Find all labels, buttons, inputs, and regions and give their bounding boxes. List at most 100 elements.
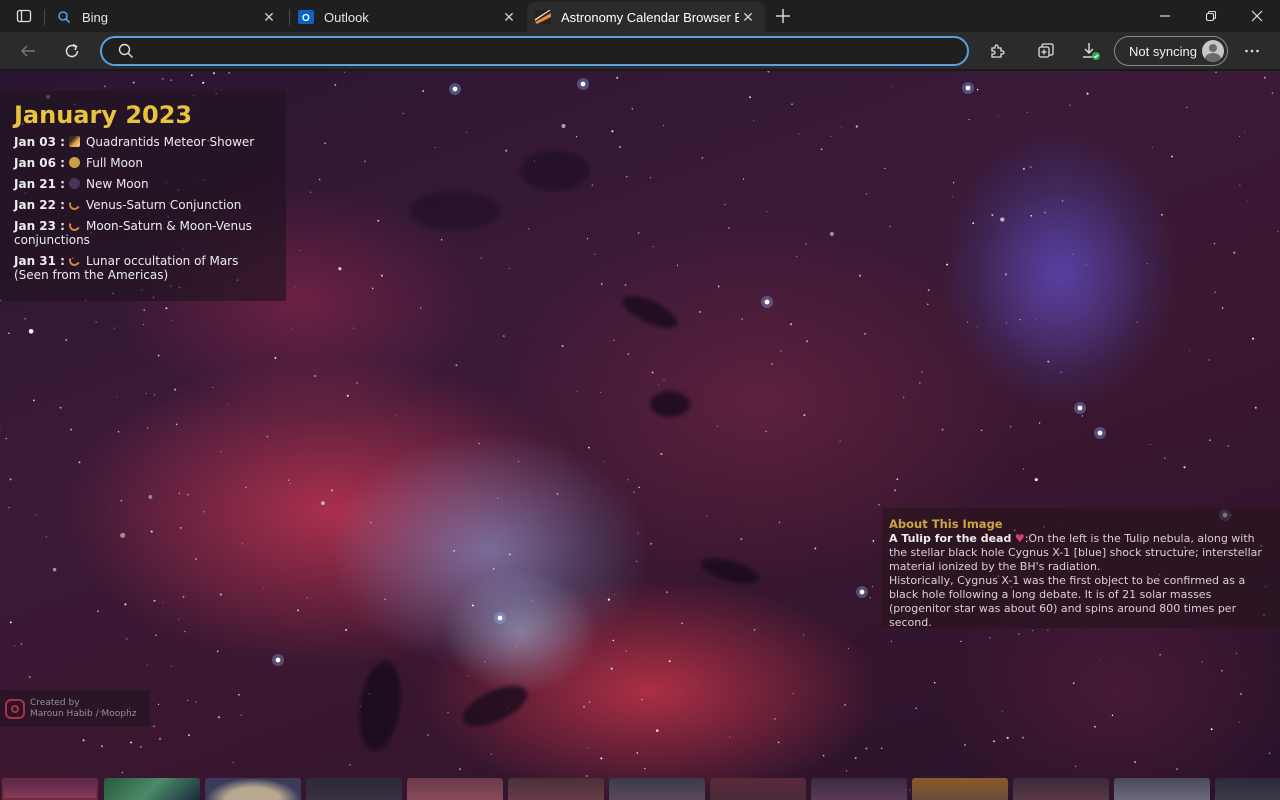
star (124, 603, 127, 606)
star (170, 79, 173, 82)
thumbnail-image[interactable] (2, 778, 98, 800)
star (976, 88, 979, 91)
star (869, 596, 871, 599)
star (753, 120, 755, 122)
new-tab-button[interactable] (770, 4, 796, 28)
star (611, 130, 614, 133)
thumbnail-image[interactable] (1013, 778, 1109, 800)
star (1221, 307, 1224, 309)
star (187, 700, 189, 702)
downloads-button[interactable] (1075, 36, 1107, 66)
star (790, 323, 793, 326)
star (158, 703, 160, 705)
star (78, 461, 81, 464)
star (178, 618, 180, 620)
refresh-button[interactable] (56, 36, 88, 66)
star (216, 650, 219, 653)
star (345, 628, 348, 631)
star (1069, 104, 1071, 106)
star (829, 231, 834, 236)
close-tab-icon[interactable]: ✕ (260, 8, 278, 26)
bright-star (275, 657, 281, 663)
thumbnail-image[interactable] (104, 778, 200, 800)
star (294, 286, 296, 288)
star (9, 478, 12, 481)
tab-bing[interactable]: Bing ✕ (48, 2, 286, 32)
star (100, 745, 103, 748)
star (980, 429, 983, 432)
star (296, 609, 300, 612)
calendar-event: Jan 22 : Venus-Saturn Conjunction (14, 197, 272, 212)
star (1085, 264, 1087, 266)
thumbnail-image[interactable] (710, 778, 806, 800)
star (1221, 669, 1223, 672)
address-bar[interactable] (100, 36, 969, 66)
minimize-button[interactable] (1142, 0, 1188, 32)
star (798, 133, 800, 135)
star (1022, 468, 1024, 470)
settings-menu-button[interactable] (1236, 36, 1268, 66)
star (1062, 200, 1064, 202)
thumbnail-image[interactable] (912, 778, 1008, 800)
star (972, 222, 975, 225)
star (774, 718, 776, 720)
star (997, 115, 999, 117)
star (178, 492, 181, 494)
star (896, 478, 899, 481)
star (505, 149, 508, 152)
star (594, 253, 596, 255)
thumbnail-image[interactable] (811, 778, 907, 800)
bright-star (580, 81, 586, 87)
sync-status-button[interactable]: Not syncing (1114, 36, 1228, 66)
star (352, 327, 354, 329)
star (927, 289, 930, 292)
thumbnail-image[interactable] (609, 778, 705, 800)
collections-button[interactable] (1030, 36, 1062, 66)
close-tab-icon[interactable]: ✕ (500, 8, 518, 26)
calendar-event: Jan 03 : Quadrantids Meteor Shower (14, 135, 272, 149)
star (377, 219, 380, 222)
tab-astronomy-calendar[interactable]: Astronomy Calendar Browser Ext ✕ (527, 2, 765, 32)
extensions-button[interactable] (981, 36, 1013, 66)
star (170, 665, 172, 667)
star (638, 486, 640, 489)
star (120, 500, 123, 502)
star (148, 495, 153, 499)
star (1268, 752, 1271, 755)
star (765, 430, 767, 433)
star (153, 599, 156, 602)
star (1159, 654, 1161, 656)
star (989, 637, 991, 639)
thumbnail-image[interactable] (407, 778, 503, 800)
star (1030, 166, 1032, 168)
star (266, 435, 269, 438)
dust-lane (650, 391, 690, 417)
star (1215, 71, 1217, 73)
meteor-icon (68, 136, 80, 147)
star (5, 438, 7, 440)
thumbnail-image[interactable] (508, 778, 604, 800)
star (1074, 765, 1077, 768)
thumbnail-image[interactable] (1114, 778, 1210, 800)
star (612, 639, 615, 642)
tab-outlook[interactable]: O Outlook ✕ (290, 2, 526, 32)
star (1146, 263, 1148, 265)
star (1208, 359, 1211, 361)
close-tab-icon[interactable]: ✕ (739, 8, 757, 26)
star (422, 90, 425, 93)
star (384, 598, 387, 601)
back-button[interactable] (12, 36, 44, 66)
star (1160, 213, 1163, 216)
tab-actions-button[interactable] (8, 4, 40, 28)
thumbnail-image[interactable] (205, 778, 301, 800)
star (232, 761, 234, 764)
credit-link[interactable]: Created by Maroun Habib / Moophz (0, 690, 150, 727)
restore-button[interactable] (1188, 0, 1234, 32)
star (1277, 230, 1279, 233)
thumbnail-image[interactable] (306, 778, 402, 800)
close-window-button[interactable] (1234, 0, 1280, 32)
star (706, 515, 708, 517)
address-input[interactable] (146, 43, 967, 59)
thumbnail-image[interactable] (1215, 778, 1280, 800)
star (1005, 322, 1007, 324)
